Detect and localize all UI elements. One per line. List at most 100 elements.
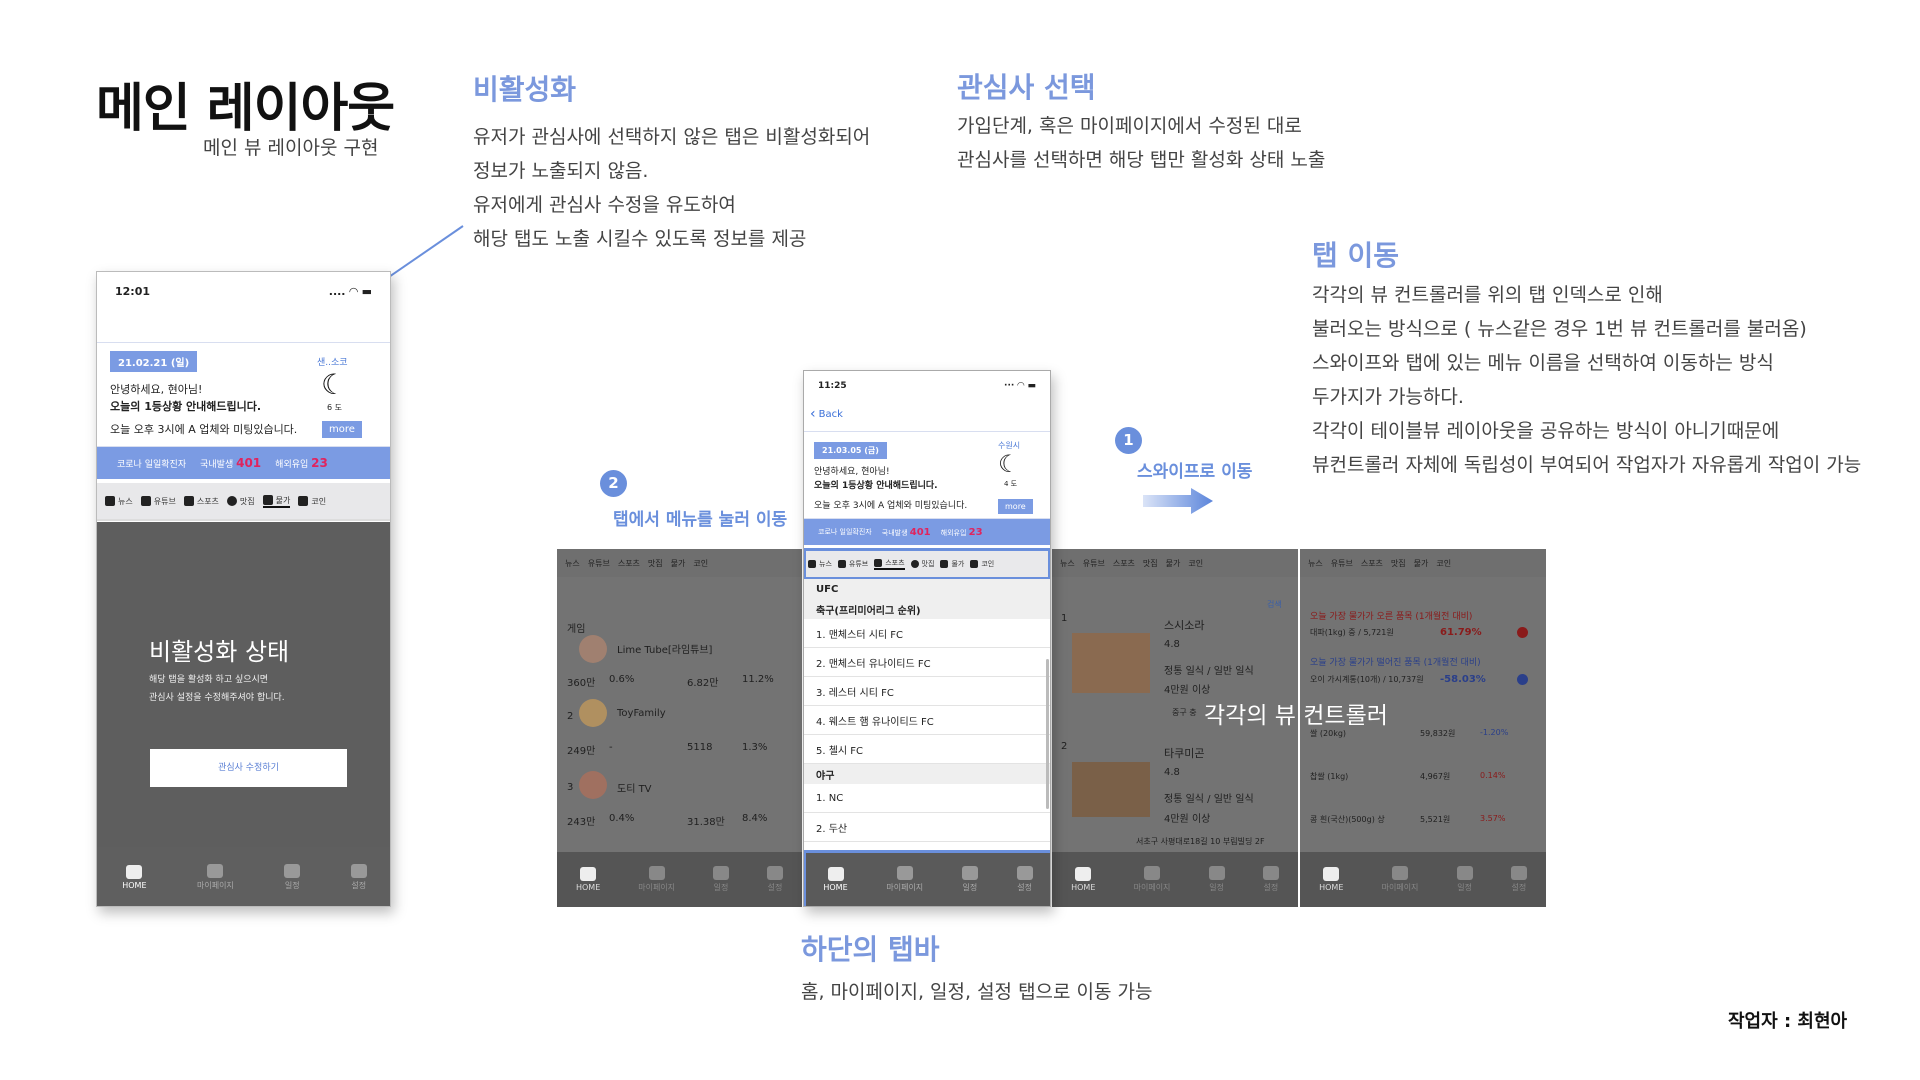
tab-settings[interactable]: 설정 bbox=[1262, 866, 1279, 893]
food-rating: 4.8 bbox=[1164, 639, 1180, 650]
tab-label[interactable]: 스포츠 bbox=[1113, 558, 1135, 569]
tab-price[interactable]: 물가 bbox=[262, 495, 291, 508]
interest-title: 관심사 선택 bbox=[957, 71, 1096, 104]
covid-label: 코로나 일일확진자 bbox=[818, 528, 872, 536]
step2-badge: 2 bbox=[600, 470, 627, 497]
tab-mypage[interactable]: 마이페이지 bbox=[197, 864, 234, 891]
tab-settings[interactable]: 설정 bbox=[350, 864, 367, 891]
tab-label[interactable]: 유튜브 bbox=[588, 558, 610, 569]
tab-label[interactable]: 코인 bbox=[1188, 558, 1203, 569]
tab-label: HOME bbox=[1071, 883, 1096, 892]
tab-home[interactable]: HOME bbox=[122, 865, 147, 890]
tab-news[interactable]: 뉴스 bbox=[105, 496, 133, 507]
tab-settings[interactable]: 설정 bbox=[766, 866, 783, 893]
list-item[interactable]: 1. 맨체스터 시티 FC bbox=[804, 619, 1050, 648]
channel-views-delta: 1.3% bbox=[742, 742, 768, 753]
food-search[interactable]: 검색 bbox=[1267, 599, 1282, 610]
scrollbar[interactable] bbox=[1046, 659, 1049, 809]
more-button[interactable]: more bbox=[322, 421, 362, 438]
list-item[interactable]: 2. 두산 bbox=[804, 813, 1050, 842]
tab-home[interactable]: HOME bbox=[576, 867, 600, 892]
tab-settings[interactable]: 설정 bbox=[1016, 866, 1033, 893]
tab-food[interactable]: 맛집 bbox=[226, 496, 255, 507]
tab-label[interactable]: 스포츠 bbox=[1361, 558, 1383, 569]
more-button[interactable]: more bbox=[998, 499, 1033, 514]
tab-youtube[interactable]: 유튜브 bbox=[837, 559, 868, 569]
tab-label: 일정 bbox=[1457, 883, 1472, 892]
tab-home[interactable]: HOME bbox=[1071, 867, 1095, 892]
tab-schedule[interactable]: 일정 bbox=[1208, 866, 1225, 893]
tab-settings[interactable]: 설정 bbox=[1510, 866, 1527, 893]
domestic-value: 401 bbox=[909, 526, 931, 538]
tab-news[interactable]: 뉴스 bbox=[808, 559, 832, 569]
tab-mypage[interactable]: 마이페이지 bbox=[1133, 866, 1171, 893]
tab-label[interactable]: 뉴스 bbox=[1060, 558, 1075, 569]
info-card: 21.03.05 (금) 수원시 ☾ 4 도 안녕하세요, 현아님! 오늘의 1… bbox=[804, 431, 1050, 519]
tab-sports[interactable]: 스포츠 bbox=[874, 558, 905, 570]
channel-views-delta: 8.4% bbox=[742, 813, 768, 824]
price-row-change: 0.14% bbox=[1480, 771, 1506, 780]
edit-interest-button[interactable]: 관심사 수정하기 bbox=[150, 749, 347, 787]
youtube-icon bbox=[140, 496, 151, 506]
home-icon bbox=[1323, 867, 1340, 881]
tab-label: 마이페이지 bbox=[1133, 883, 1171, 892]
list-item[interactable]: 4. 웨스트 햄 유나이티드 FC bbox=[804, 706, 1050, 735]
news-icon bbox=[105, 496, 115, 506]
tab-label[interactable]: 코인 bbox=[693, 558, 708, 569]
tab-label[interactable]: 뉴스 bbox=[565, 558, 580, 569]
tab-schedule[interactable]: 일정 bbox=[284, 864, 301, 891]
domestic-label: 국내발생 bbox=[881, 528, 908, 537]
tab-label[interactable]: 맛집 bbox=[648, 558, 663, 569]
tab-mypage[interactable]: 마이페이지 bbox=[1382, 866, 1418, 893]
gear-icon bbox=[1016, 866, 1033, 880]
inactive-title: 비활성화 상태 bbox=[149, 638, 290, 666]
schedule: 오늘 오후 3시에 A 업체와 미팅있습니다. bbox=[110, 423, 298, 436]
channel-views-delta: 11.2% bbox=[742, 674, 774, 685]
tab-label[interactable]: 유튜브 bbox=[1331, 558, 1353, 569]
tab-home[interactable]: HOME bbox=[1319, 867, 1343, 892]
tab-label[interactable]: 물가 bbox=[1414, 558, 1429, 569]
tab-youtube[interactable]: 유튜브 bbox=[140, 496, 176, 507]
list-item[interactable]: 2. 맨체스터 유나이티드 FC bbox=[804, 648, 1050, 677]
top-tab-bar: 뉴스 유튜브 스포츠 맛집 물가 코인 bbox=[804, 548, 1050, 580]
tab-label[interactable]: 유튜브 bbox=[1083, 558, 1105, 569]
channel-subs-delta: - bbox=[609, 742, 613, 753]
channel-name: 도티 TV bbox=[617, 784, 652, 795]
tab-label[interactable]: 맛집 bbox=[1143, 558, 1158, 569]
step1-label: 스와이프로 이동 bbox=[1137, 462, 1253, 482]
tab-coin[interactable]: 코인 bbox=[970, 559, 994, 569]
inactive-line: 유저에게 관심사 수정을 유도하여 bbox=[473, 194, 736, 216]
channel-views: 6.82만 bbox=[687, 678, 719, 689]
tab-schedule[interactable]: 일정 bbox=[1456, 866, 1473, 893]
tab-schedule[interactable]: 일정 bbox=[961, 866, 978, 893]
tab-mypage[interactable]: 마이페이지 bbox=[886, 866, 923, 893]
youtube-icon bbox=[837, 560, 846, 568]
phone-active-state: 11:25 ··· ◠ ▬ ‹ Back 21.03.05 (금) 수원시 ☾ … bbox=[803, 370, 1051, 907]
tab-price[interactable]: 물가 bbox=[940, 559, 964, 569]
back-button[interactable]: ‹ Back bbox=[804, 401, 1050, 427]
tab-label[interactable]: 물가 bbox=[1166, 558, 1181, 569]
tab-label[interactable]: 코인 bbox=[1436, 558, 1451, 569]
tab-label[interactable]: 맛집 bbox=[1391, 558, 1406, 569]
tab-sports[interactable]: 스포츠 bbox=[183, 496, 219, 507]
person-icon bbox=[648, 866, 665, 880]
tab-label[interactable]: 스포츠 bbox=[618, 558, 640, 569]
tab-mypage[interactable]: 마이페이지 bbox=[638, 866, 675, 893]
list-item[interactable]: 3. 레스터 시티 FC bbox=[804, 677, 1050, 706]
channel-subs-delta: 0.6% bbox=[609, 674, 635, 685]
list-item[interactable]: 1. NC bbox=[804, 784, 1050, 813]
status-icons: .... ◠ ▬ bbox=[328, 284, 372, 298]
tab-label[interactable]: 물가 bbox=[671, 558, 686, 569]
list-item[interactable]: 3. KT bbox=[804, 842, 1050, 852]
tab-label[interactable]: 뉴스 bbox=[1308, 558, 1323, 569]
tab-schedule[interactable]: 일정 bbox=[713, 866, 730, 893]
list-item[interactable]: 5. 첼시 FC bbox=[804, 735, 1050, 764]
interest-line: 가입단계, 혹은 마이페이지에서 수정된 대로 bbox=[957, 115, 1302, 137]
inactive-line: 정보가 노출되지 않음. bbox=[473, 160, 649, 182]
channel-name: Lime Tube[라임튜브] bbox=[617, 645, 713, 656]
price-up-item: 대파(1kg) 중 / 5,721원 bbox=[1310, 628, 1394, 637]
tab-home[interactable]: HOME bbox=[823, 867, 848, 892]
channel-subs: 249만 bbox=[567, 746, 596, 757]
tab-food[interactable]: 맛집 bbox=[910, 559, 934, 569]
tab-coin[interactable]: 코인 bbox=[298, 496, 326, 507]
